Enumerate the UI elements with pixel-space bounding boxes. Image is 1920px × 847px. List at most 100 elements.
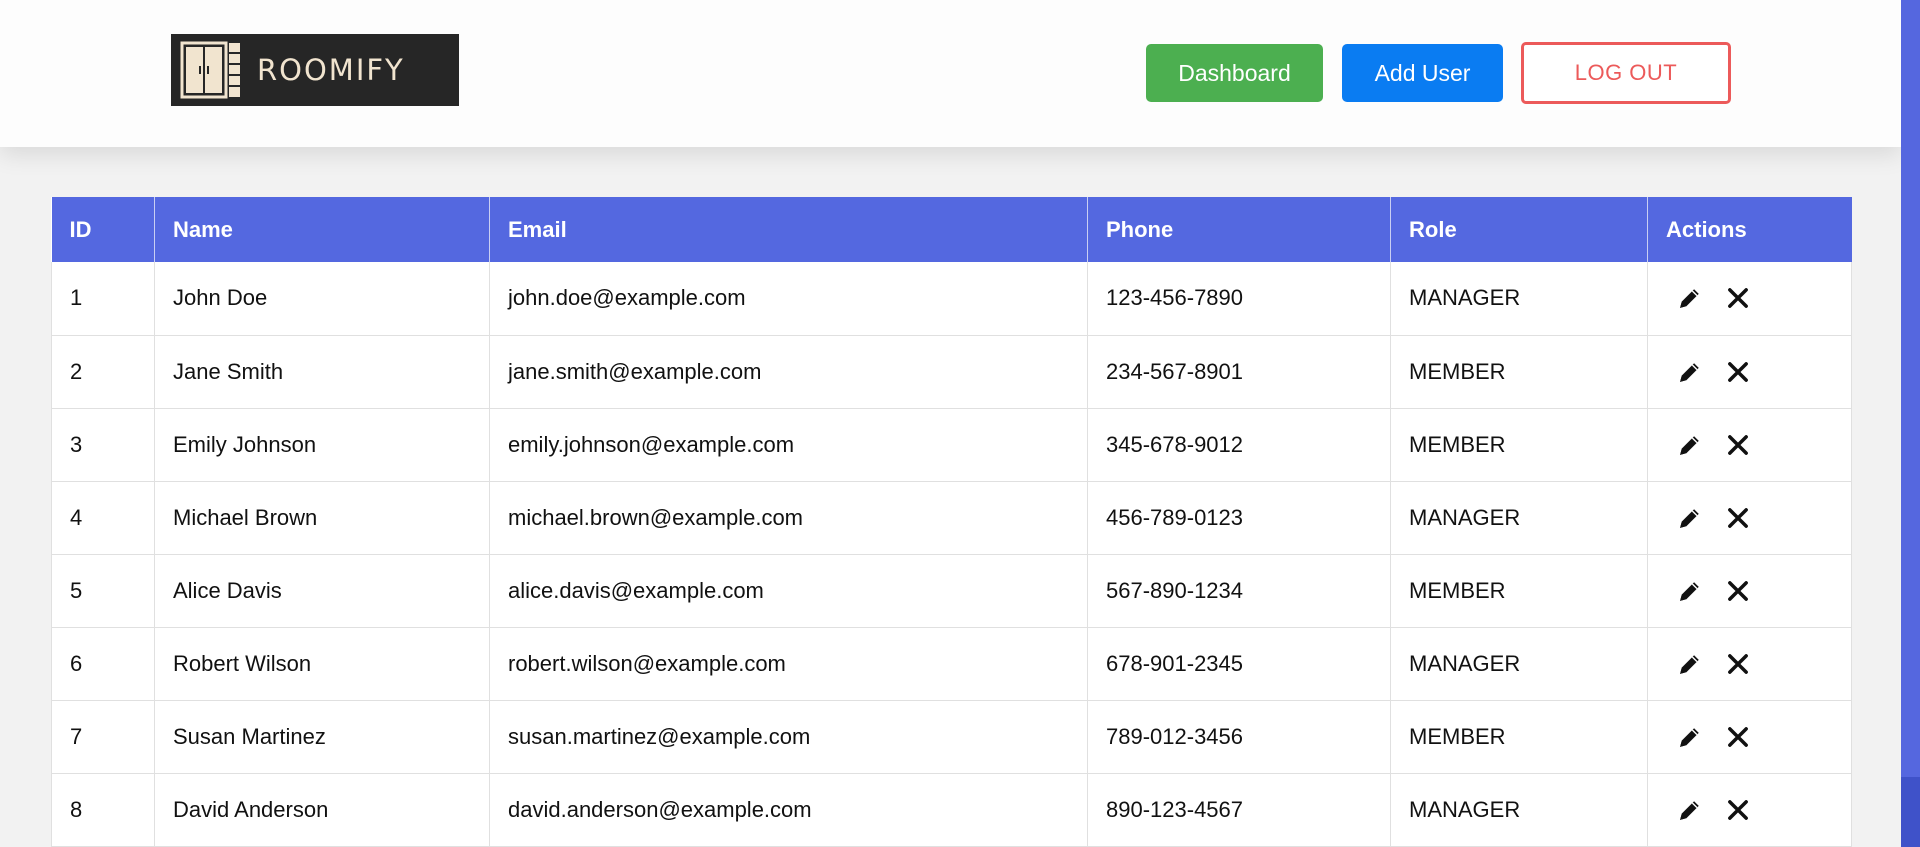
pencil-icon[interactable]: [1676, 284, 1704, 312]
cell-id: 8: [51, 773, 155, 847]
close-icon[interactable]: [1724, 284, 1752, 312]
cell-id: 2: [51, 335, 155, 409]
pencil-icon[interactable]: [1676, 358, 1704, 386]
cell-role: MANAGER: [1390, 773, 1648, 847]
column-header-actions: Actions: [1647, 197, 1852, 262]
cell-email: john.doe@example.com: [489, 262, 1088, 336]
cell-name: Alice Davis: [154, 554, 490, 628]
cell-id: 5: [51, 554, 155, 628]
table-row: 5 Alice Davis alice.davis@example.com 567-8…: [51, 554, 1852, 628]
pencil-icon[interactable]: [1676, 650, 1704, 678]
table-row: 1 John Doe john.doe@example.com 123-456-789…: [51, 262, 1852, 336]
cell-actions: [1647, 554, 1852, 628]
cell-role: MEMBER: [1390, 408, 1648, 482]
cell-email: emily.johnson@example.com: [489, 408, 1088, 482]
cell-actions: [1647, 262, 1852, 336]
cell-name: Susan Martinez: [154, 700, 490, 774]
cell-role: MEMBER: [1390, 335, 1648, 409]
logout-button[interactable]: LOG OUT: [1521, 42, 1731, 104]
cell-phone: 234-567-8901: [1087, 335, 1391, 409]
cell-role: MANAGER: [1390, 627, 1648, 701]
top-header: ROOMIFY Dashboard Add User LOG OUT: [0, 0, 1901, 147]
cell-role: MEMBER: [1390, 700, 1648, 774]
cell-email: david.anderson@example.com: [489, 773, 1088, 847]
cell-role: MANAGER: [1390, 481, 1648, 555]
cell-phone: 789-012-3456: [1087, 700, 1391, 774]
cell-email: robert.wilson@example.com: [489, 627, 1088, 701]
page: ROOMIFY Dashboard Add User LOG OUT ID Na…: [0, 0, 1920, 847]
row-actions: [1666, 650, 1833, 678]
cell-email: alice.davis@example.com: [489, 554, 1088, 628]
cell-name: John Doe: [154, 262, 490, 336]
cell-id: 1: [51, 262, 155, 336]
users-table: ID Name Email Phone Role Actions 1 John D…: [51, 197, 1852, 847]
cell-name: Michael Brown: [154, 481, 490, 555]
add-user-button[interactable]: Add User: [1342, 44, 1503, 102]
cell-actions: [1647, 481, 1852, 555]
row-actions: [1666, 431, 1833, 459]
row-actions: [1666, 284, 1833, 312]
cell-phone: 567-890-1234: [1087, 554, 1391, 628]
cell-name: David Anderson: [154, 773, 490, 847]
pencil-icon[interactable]: [1676, 504, 1704, 532]
table-header-row: ID Name Email Phone Role Actions: [51, 197, 1852, 262]
column-header-id[interactable]: ID: [51, 197, 155, 262]
scrollbar-thumb[interactable]: [1901, 777, 1920, 847]
close-icon[interactable]: [1724, 504, 1752, 532]
table-row: 2 Jane Smith jane.smith@example.com 234-567…: [51, 335, 1852, 409]
row-actions: [1666, 358, 1833, 386]
column-header-role[interactable]: Role: [1390, 197, 1648, 262]
roomify-logo[interactable]: ROOMIFY: [171, 34, 459, 106]
close-icon[interactable]: [1724, 577, 1752, 605]
table-row: 4 Michael Brown michael.brown@example.com 4…: [51, 481, 1852, 555]
cell-id: 7: [51, 700, 155, 774]
row-actions: [1666, 504, 1833, 532]
cell-actions: [1647, 773, 1852, 847]
cell-role: MEMBER: [1390, 554, 1648, 628]
users-table-container: ID Name Email Phone Role Actions 1 John D…: [51, 197, 1852, 847]
cell-phone: 678-901-2345: [1087, 627, 1391, 701]
cell-role: MANAGER: [1390, 262, 1648, 336]
wardrobe-icon: [180, 41, 240, 99]
cell-email: michael.brown@example.com: [489, 481, 1088, 555]
cell-actions: [1647, 627, 1852, 701]
cell-name: Robert Wilson: [154, 627, 490, 701]
table-row: 7 Susan Martinez susan.martinez@example.co…: [51, 700, 1852, 774]
vertical-scrollbar[interactable]: [1901, 0, 1920, 847]
pencil-icon[interactable]: [1676, 723, 1704, 751]
row-actions: [1666, 577, 1833, 605]
dashboard-button[interactable]: Dashboard: [1146, 44, 1323, 102]
column-header-name[interactable]: Name: [154, 197, 490, 262]
cell-id: 4: [51, 481, 155, 555]
cell-email: jane.smith@example.com: [489, 335, 1088, 409]
cell-actions: [1647, 700, 1852, 774]
row-actions: [1666, 723, 1833, 751]
pencil-icon[interactable]: [1676, 796, 1704, 824]
close-icon[interactable]: [1724, 431, 1752, 459]
pencil-icon[interactable]: [1676, 431, 1704, 459]
table-row: 3 Emily Johnson emily.johnson@example.com 3…: [51, 408, 1852, 482]
cell-id: 3: [51, 408, 155, 482]
table-row: 6 Robert Wilson robert.wilson@example.com 6…: [51, 627, 1852, 701]
cell-email: susan.martinez@example.com: [489, 700, 1088, 774]
cell-phone: 123-456-7890: [1087, 262, 1391, 336]
column-header-phone[interactable]: Phone: [1087, 197, 1391, 262]
close-icon[interactable]: [1724, 723, 1752, 751]
close-icon[interactable]: [1724, 358, 1752, 386]
pencil-icon[interactable]: [1676, 577, 1704, 605]
cell-phone: 456-789-0123: [1087, 481, 1391, 555]
cell-phone: 345-678-9012: [1087, 408, 1391, 482]
table-body: 1 John Doe john.doe@example.com 123-456-789…: [51, 262, 1852, 847]
cell-actions: [1647, 335, 1852, 409]
column-header-email[interactable]: Email: [489, 197, 1088, 262]
cell-id: 6: [51, 627, 155, 701]
row-actions: [1666, 796, 1833, 824]
cell-phone: 890-123-4567: [1087, 773, 1391, 847]
cell-actions: [1647, 408, 1852, 482]
cell-name: Emily Johnson: [154, 408, 490, 482]
close-icon[interactable]: [1724, 650, 1752, 678]
cell-name: Jane Smith: [154, 335, 490, 409]
close-icon[interactable]: [1724, 796, 1752, 824]
logo-text: ROOMIFY: [257, 53, 405, 87]
table-row: 8 David Anderson david.anderson@example.co…: [51, 773, 1852, 847]
